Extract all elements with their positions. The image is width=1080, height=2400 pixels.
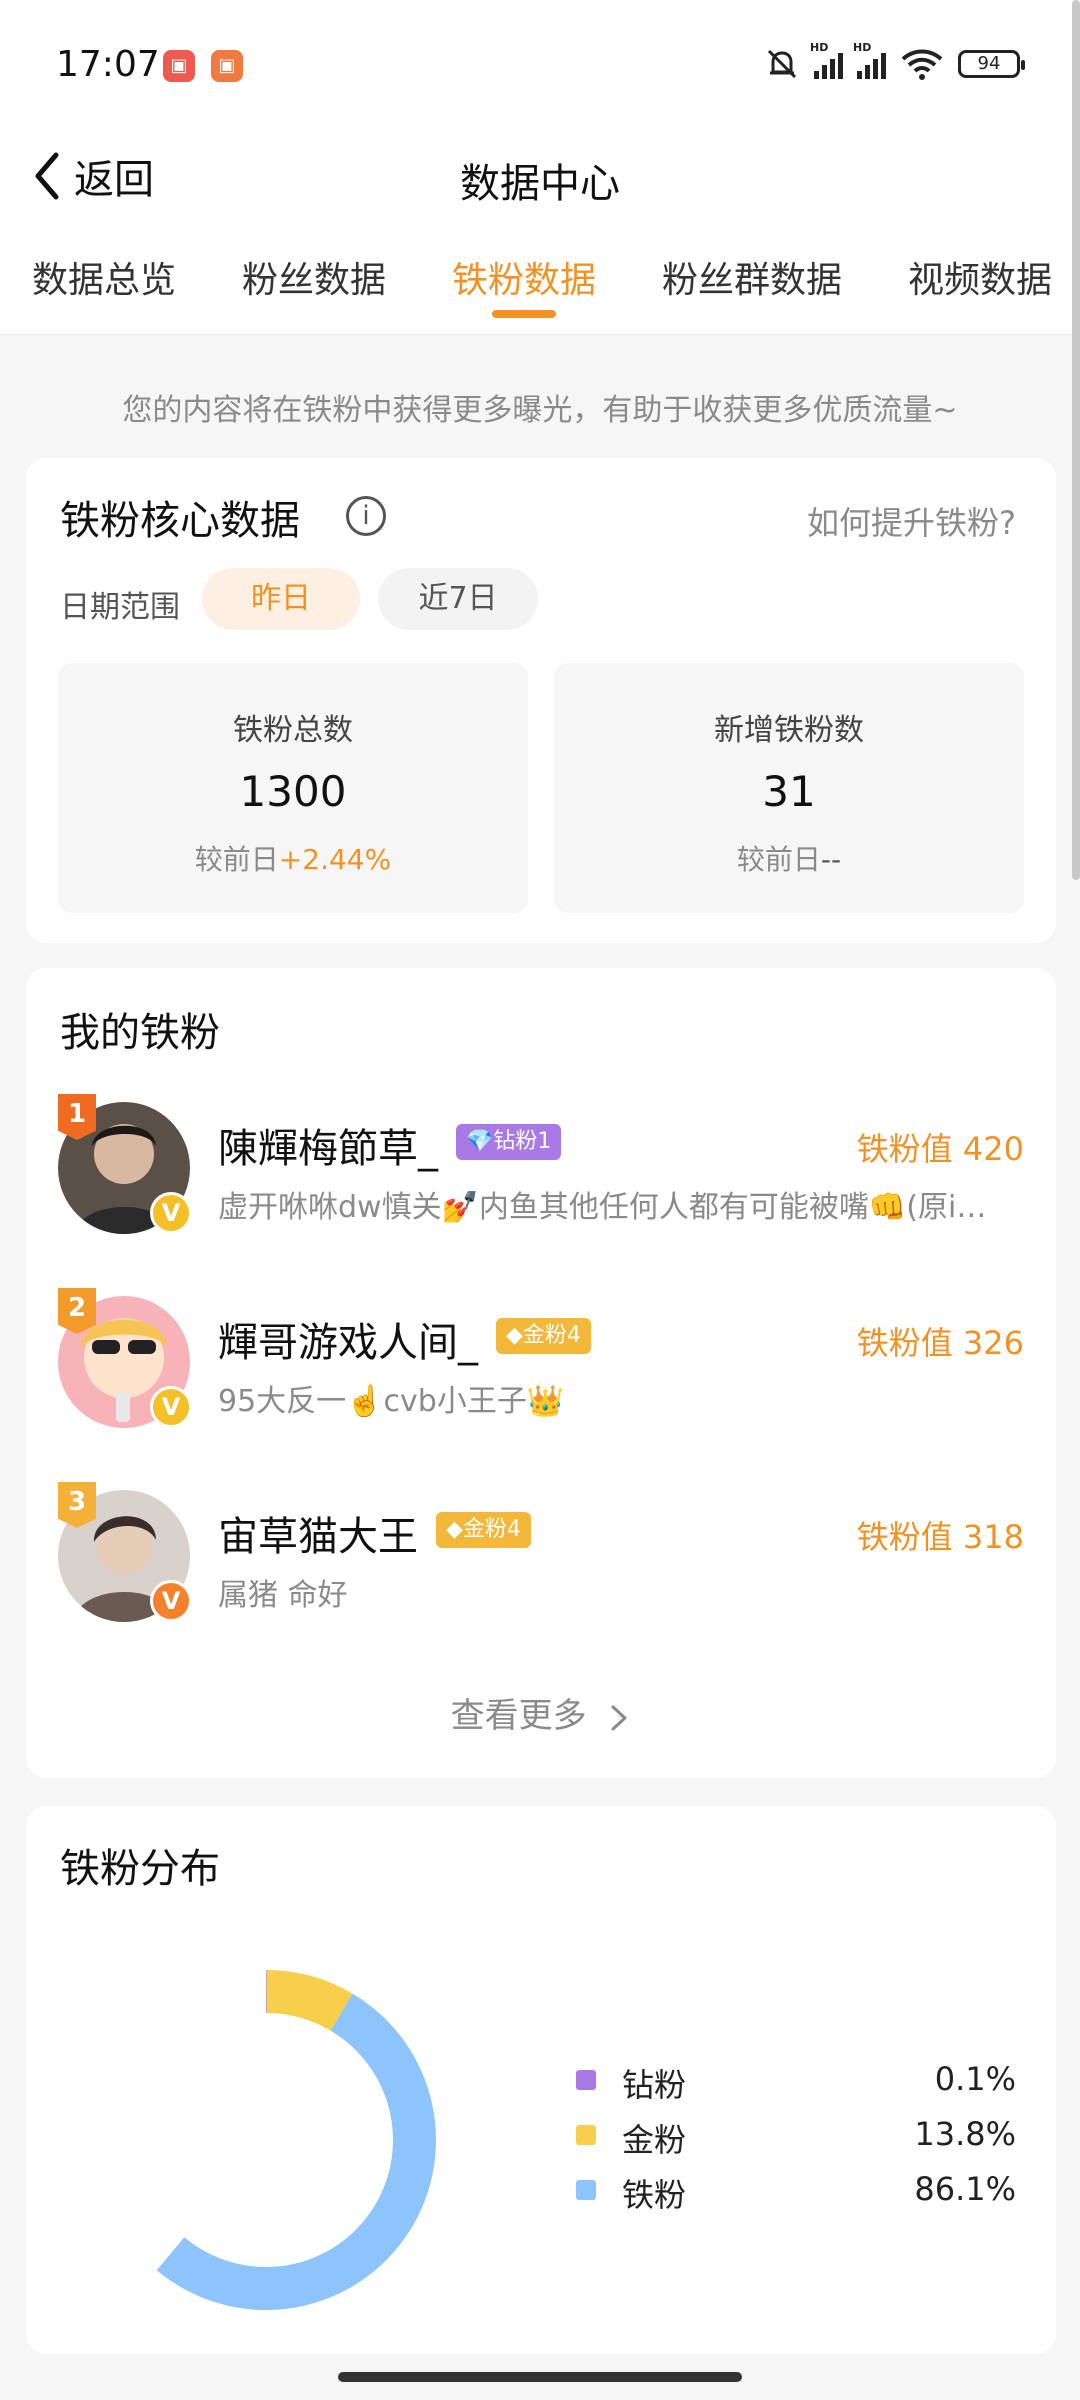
gold-fan-badge: ◆金粉4 (496, 1318, 591, 1354)
badge-label: 钻粉1 (493, 1129, 552, 1154)
fan-list-item[interactable]: 3 V 宙草猫大王 ◆金粉4 铁粉值 318 属猪 命好 (26, 1482, 1056, 1640)
date-option-7days[interactable]: 近7日 (378, 568, 538, 630)
score-label: 铁粉值 (856, 1324, 953, 1362)
badge-label: 金粉4 (522, 1323, 581, 1348)
score-label: 铁粉值 (856, 1130, 953, 1168)
core-data-title: 铁粉核心数据 (60, 498, 300, 544)
tab-indicator (492, 310, 556, 318)
badge-label: 金粉4 (462, 1517, 521, 1542)
stat-compare: 较前日-- (554, 838, 1024, 878)
tab-fans[interactable]: 粉丝数据 (242, 251, 386, 303)
gold-fan-badge: ◆金粉4 (436, 1512, 531, 1548)
date-range-label: 日期范围 (60, 590, 180, 625)
score-label: 铁粉值 (856, 1518, 953, 1556)
verified-icon: V (150, 1192, 192, 1234)
score-value: 326 (962, 1324, 1024, 1362)
fan-list-item[interactable]: 1 V 陳輝梅節草_ 💎钻粉1 铁粉值 420 虚开咻咻dw慎关💅内鱼其他任何人… (26, 1094, 1056, 1252)
distribution-title: 铁粉分布 (60, 1846, 220, 1892)
tab-bar: 数据总览 粉丝数据 铁粉数据 粉丝群数据 视频数据 (0, 235, 1080, 335)
verified-icon: V (150, 1580, 192, 1622)
fan-score: 铁粉值 318 (857, 1512, 1024, 1558)
chevron-right-icon (611, 1705, 627, 1730)
fan-score: 铁粉值 326 (857, 1318, 1024, 1364)
distribution-card: 铁粉分布 钻粉 0.1% 金粉 13.8% 铁粉 86.1% (26, 1806, 1056, 2354)
legend-item: 铁粉 86.1% (576, 2168, 1016, 2214)
pie-slice-3 (156, 1993, 436, 2310)
mute-bell-icon (767, 49, 797, 79)
status-time: 17:07 (56, 44, 160, 85)
legend-swatch (576, 2070, 596, 2090)
my-fans-title: 我的铁粉 (60, 1010, 220, 1056)
rank-badge: 2 (58, 1288, 96, 1334)
compare-value: -- (820, 843, 842, 876)
legend-value: 13.8% (914, 2115, 1016, 2153)
page-title: 数据中心 (460, 161, 620, 207)
score-value: 420 (962, 1130, 1024, 1168)
legend-item: 钻粉 0.1% (576, 2058, 1016, 2104)
tab-overview[interactable]: 数据总览 (32, 251, 176, 303)
improve-link[interactable]: 如何提升铁粉? (807, 498, 1016, 544)
tab-fan-groups[interactable]: 粉丝群数据 (662, 251, 842, 303)
stat-value: 1300 (239, 767, 347, 816)
compare-value: +2.44% (278, 843, 392, 876)
info-icon[interactable]: i (346, 496, 386, 536)
stat-new-iron-fans: 新增铁粉数 31 较前日-- (554, 663, 1024, 913)
status-icons: HD HD 94 (764, 41, 1025, 82)
fan-score: 铁粉值 420 (857, 1124, 1024, 1170)
stat-compare: 较前日+2.44% (58, 838, 528, 878)
app-notification-icon: ▣ (211, 50, 243, 82)
fan-list-item[interactable]: 2 V 輝哥游戏人间_ ◆金粉4 铁粉值 326 95大反一☝️cvb小王子👑 (26, 1288, 1056, 1446)
legend-swatch (576, 2125, 596, 2145)
battery-icon: 94 (958, 50, 1025, 78)
stat-label: 新增铁粉数 (714, 713, 864, 748)
divider (0, 334, 1080, 335)
verified-icon: V (150, 1386, 192, 1428)
legend-value: 86.1% (914, 2170, 1016, 2208)
legend-label: 金粉 (622, 2121, 687, 2159)
distribution-chart (156, 1970, 436, 2310)
compare-prefix: 较前日 (194, 843, 279, 876)
rank-badge: 3 (58, 1482, 96, 1528)
legend-item: 金粉 13.8% (576, 2113, 1016, 2159)
fan-name: 陳輝梅節草_ (218, 1126, 438, 1172)
date-option-yesterday[interactable]: 昨日 (202, 568, 360, 630)
app-notification-icon: ▣ (163, 50, 195, 82)
score-value: 318 (962, 1518, 1024, 1556)
signal-hd-icon: HD (853, 41, 886, 79)
fan-bio: 虚开咻咻dw慎关💅内鱼其他任何人都有可能被嘴👊(原i… (218, 1190, 987, 1225)
header: 返回 数据中心 数据总览 粉丝数据 铁粉数据 粉丝群数据 视频数据 (0, 135, 1080, 335)
fan-name: 宙草猫大王 (218, 1514, 418, 1560)
stat-value: 31 (762, 767, 816, 816)
rank-badge: 1 (58, 1094, 96, 1140)
stat-total-iron-fans: 铁粉总数 1300 较前日+2.44% (58, 663, 528, 913)
wifi-icon (901, 49, 943, 80)
home-indicator[interactable] (338, 2372, 742, 2382)
legend-label: 钻粉 (622, 2066, 687, 2104)
fan-bio: 属猪 命好 (218, 1578, 348, 1613)
tab-iron-fans[interactable]: 铁粉数据 (452, 251, 596, 303)
scrollbar[interactable] (1072, 0, 1080, 880)
core-data-card: 铁粉核心数据 i 如何提升铁粉? 日期范围 昨日 近7日 铁粉总数 1300 较… (26, 458, 1056, 943)
stat-label: 铁粉总数 (233, 713, 353, 748)
legend-label: 铁粉 (622, 2176, 687, 2214)
fan-name: 輝哥游戏人间_ (218, 1320, 478, 1366)
my-fans-card: 我的铁粉 1 V 陳輝梅節草_ 💎钻粉1 铁粉值 420 虚开咻咻dw慎关💅内鱼… (26, 968, 1056, 1778)
status-bar: 17:07 ▣ ▣ HD HD 94 (0, 0, 1080, 135)
hint-text: 您的内容将在铁粉中获得更多曝光，有助于收获更多优质流量~ (122, 393, 958, 428)
tab-videos[interactable]: 视频数据 (908, 251, 1052, 303)
diamond-fan-badge: 💎钻粉1 (456, 1124, 562, 1160)
signal-hd-icon: HD (810, 41, 843, 79)
view-more-label: 查看更多 (450, 1696, 587, 1736)
compare-prefix: 较前日 (736, 843, 821, 876)
fan-bio: 95大反一☝️cvb小王子👑 (218, 1384, 565, 1419)
legend-value: 0.1% (934, 2060, 1016, 2098)
view-more-button[interactable]: 查看更多 (26, 1688, 1056, 1737)
legend-swatch (576, 2180, 596, 2200)
